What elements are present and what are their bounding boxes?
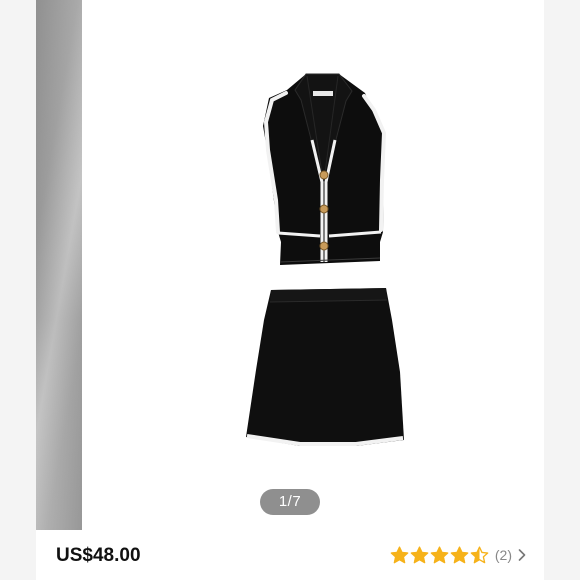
pager-total: 7: [292, 493, 302, 510]
product-image[interactable]: [82, 0, 544, 530]
product-screen: 1/7 US$48.00 (2): [36, 0, 544, 580]
star-half-icon: [470, 545, 489, 563]
product-info-bar: US$48.00 (2): [36, 530, 544, 580]
skirt-body: [246, 288, 404, 446]
rating-summary[interactable]: (2): [390, 543, 526, 567]
image-pager: 1/7: [260, 489, 320, 515]
chevron-right-icon: [518, 549, 526, 561]
star-full-icon: [390, 545, 409, 563]
star-full-icon: [430, 545, 449, 563]
knit-set-illustration: [246, 73, 404, 446]
star-full-icon: [450, 545, 469, 563]
pager-current: 1: [278, 493, 288, 510]
review-count: (2): [494, 547, 512, 563]
image-gallery[interactable]: 1/7: [36, 0, 544, 530]
rating-stars: [390, 545, 490, 565]
star-full-icon: [410, 545, 429, 563]
previous-image-peek[interactable]: [36, 0, 82, 530]
product-price: US$48.00: [56, 545, 141, 566]
